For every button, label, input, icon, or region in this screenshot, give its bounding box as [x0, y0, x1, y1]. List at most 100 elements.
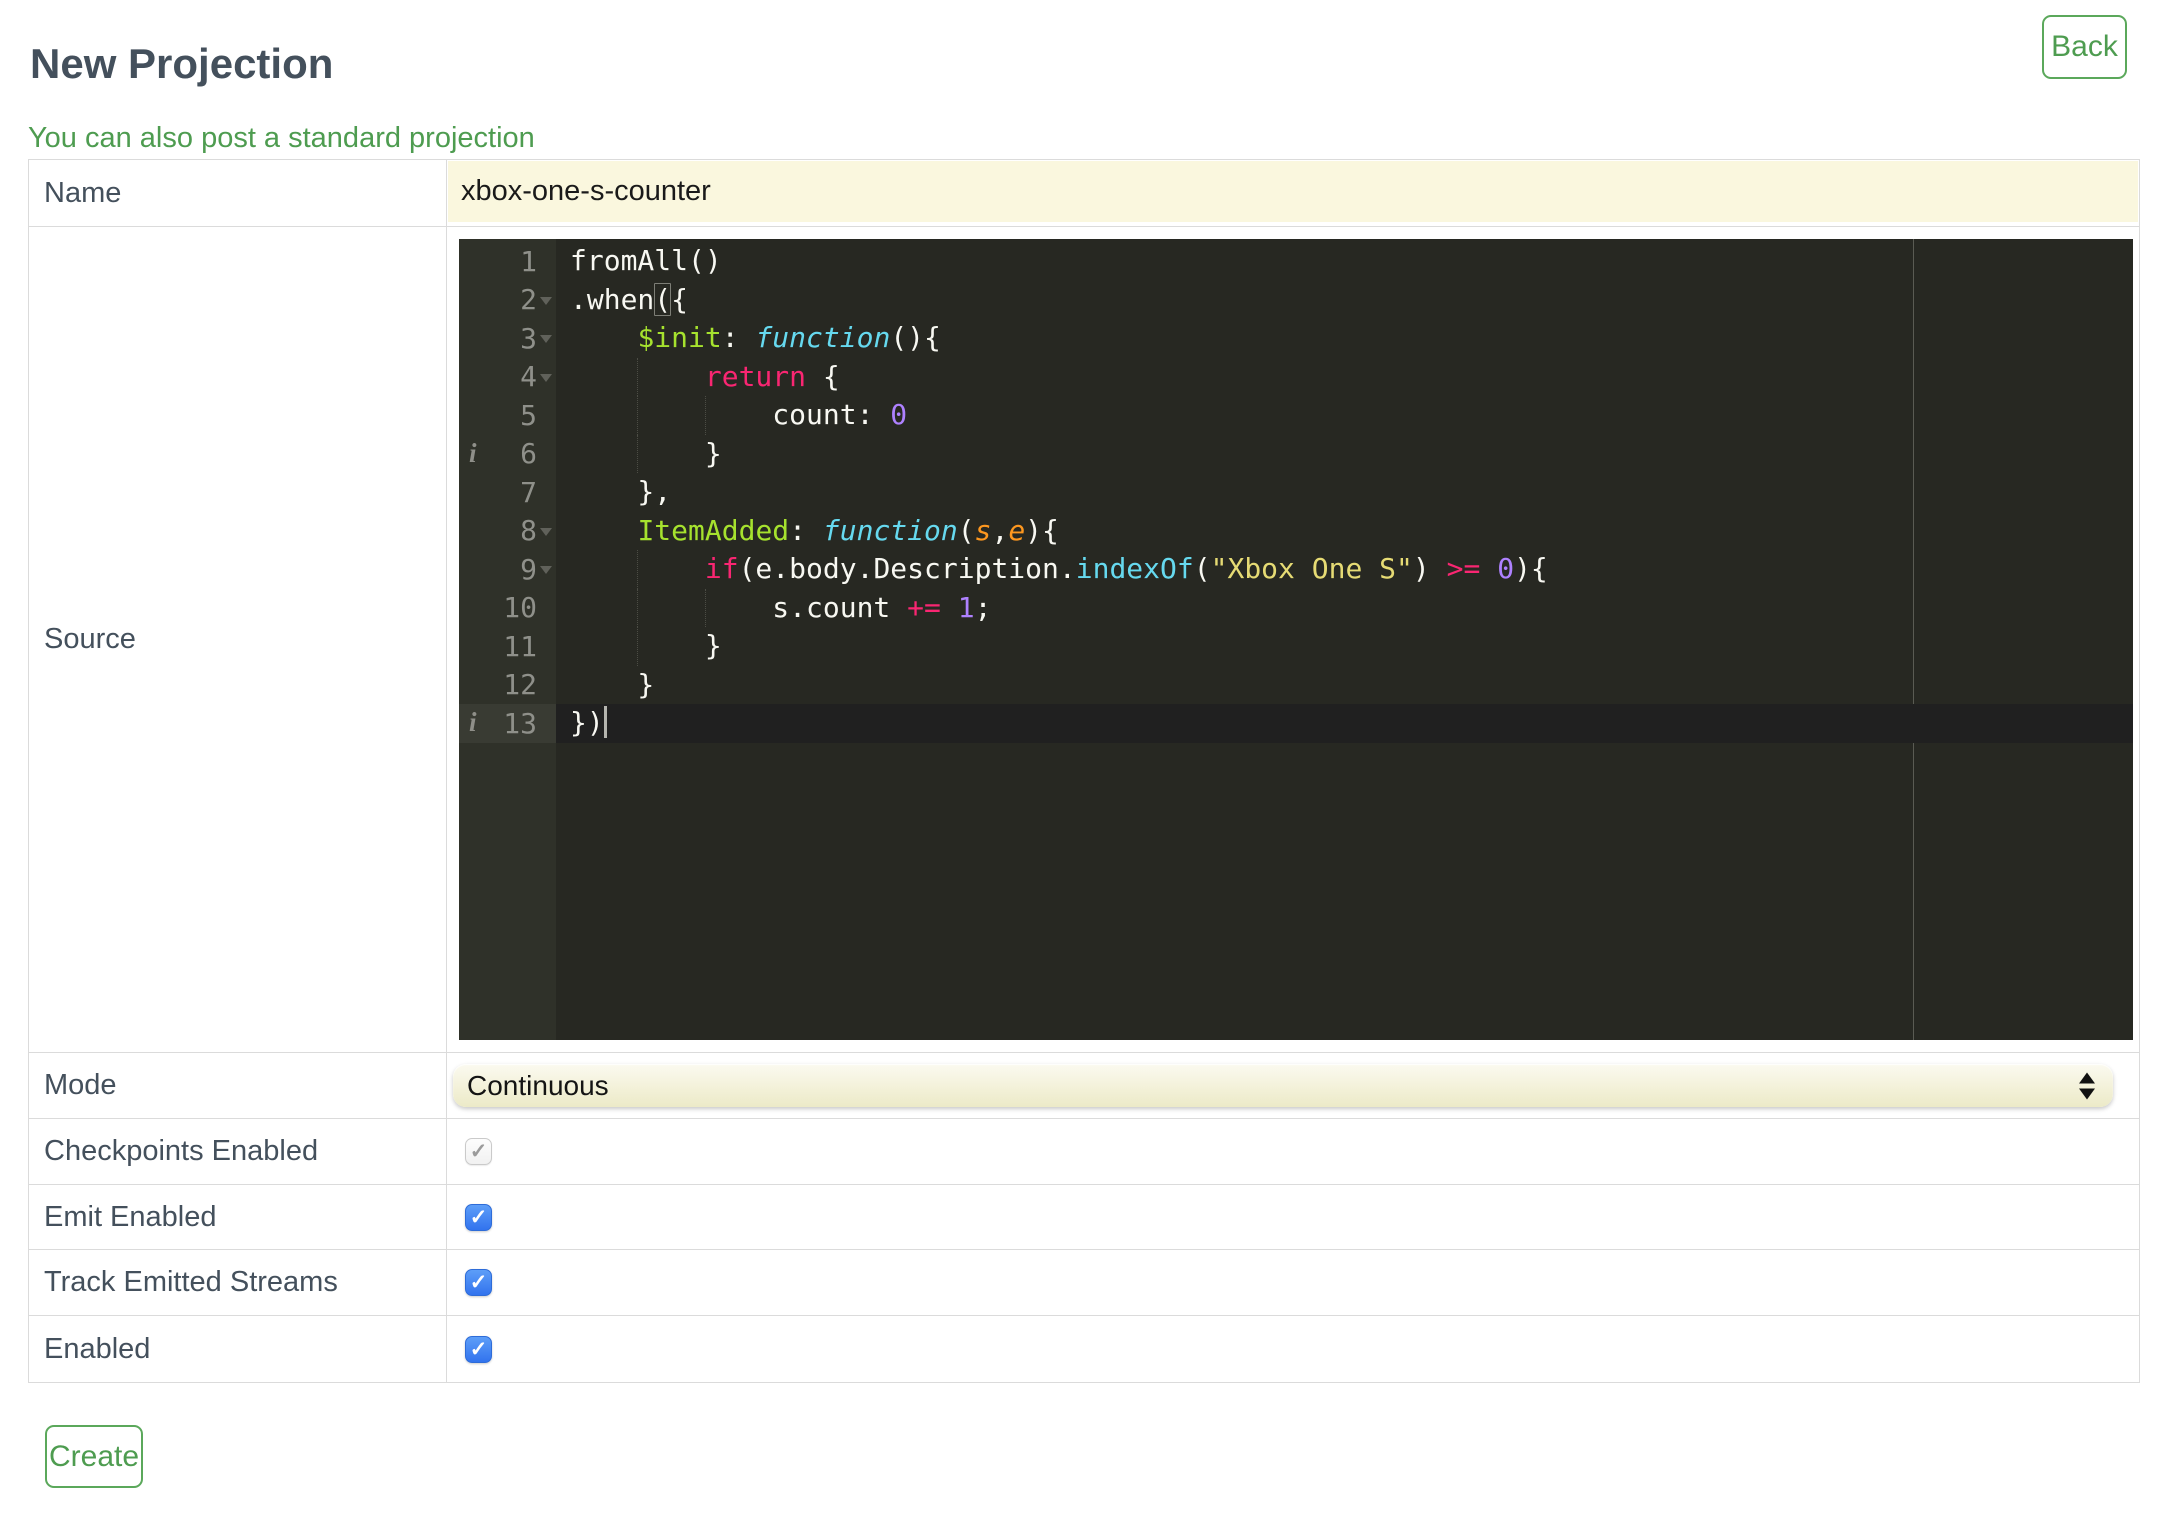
gutter-line: 5: [459, 396, 556, 435]
gutter-line: 11: [459, 627, 556, 666]
enabled-label: Enabled: [29, 1316, 447, 1382]
code-line: if(e.body.Description.indexOf("Xbox One …: [556, 550, 2133, 589]
code-token: >=: [1446, 552, 1481, 585]
mode-label: Mode: [29, 1053, 447, 1118]
fold-toggle-icon[interactable]: [537, 358, 556, 397]
mode-row: Mode Continuous: [29, 1053, 2139, 1119]
indent-guide: [704, 588, 706, 627]
code-token: function: [822, 513, 958, 547]
text-cursor: [603, 706, 607, 738]
name-cell: [447, 160, 2139, 226]
page-title: New Projection: [30, 40, 334, 88]
code-token: (: [1193, 552, 1211, 585]
code-lines: fromAll() .when({ $init: function(){ retu…: [556, 239, 2133, 743]
code-token: indexOf: [1075, 552, 1194, 585]
code-line: },: [556, 473, 2133, 512]
code-token: }: [570, 667, 655, 701]
code-line: .when({: [556, 281, 2133, 320]
create-button[interactable]: Create: [45, 1425, 143, 1488]
info-annotation-icon: i: [469, 437, 477, 468]
editor-code-area[interactable]: fromAll() .when({ $init: function(){ retu…: [556, 239, 2133, 1040]
gutter-line: 4: [459, 358, 556, 397]
indent-guide: [704, 396, 706, 435]
mode-select[interactable]: Continuous: [453, 1064, 2113, 1107]
indent-guide: [637, 357, 639, 396]
code-token: 0: [890, 398, 908, 431]
code-line: }: [556, 666, 2133, 705]
fold-toggle-icon[interactable]: [537, 512, 556, 551]
emit-enabled-cell: ✓: [447, 1185, 2139, 1249]
gutter-line: i 13: [459, 704, 556, 743]
mode-cell: Continuous: [447, 1053, 2139, 1118]
checkpoints-enabled-checkbox: ✓: [465, 1138, 492, 1165]
code-editor[interactable]: 1 2 3 4 5 i 6 7 8 9 10 11 12 i 13 fromAll() .when({ $in…: [459, 239, 2133, 1040]
indent-guide: [637, 550, 639, 589]
emit-enabled-checkbox[interactable]: ✓: [465, 1203, 492, 1231]
select-up-arrow-icon: [2079, 1072, 2095, 1083]
code-token: e: [1008, 513, 1026, 547]
line-number: 7: [520, 475, 537, 509]
track-emitted-streams-cell: ✓: [447, 1250, 2139, 1315]
line-number: 1: [520, 244, 537, 278]
checkpoints-enabled-label: Checkpoints Enabled: [29, 1119, 447, 1184]
indent-guide: [637, 627, 639, 666]
code-token: (){: [890, 321, 941, 354]
line-number: 12: [503, 668, 537, 702]
gutter-line: 3: [459, 319, 556, 358]
projection-form-table: Name Source 12345i6789101112i13 fromAll(…: [28, 159, 2140, 1383]
line-number: 2: [520, 283, 537, 317]
code-token: +=: [907, 590, 941, 624]
gutter-line: i6: [459, 435, 556, 474]
line-number: 11: [503, 629, 537, 663]
name-input[interactable]: [448, 161, 2138, 222]
gutter-line: 7: [459, 473, 556, 512]
fold-toggle-icon[interactable]: [537, 281, 556, 320]
source-label: Source: [29, 227, 447, 1052]
standard-projection-link[interactable]: You can also post a standard projection: [28, 122, 535, 155]
line-number: 6: [520, 437, 537, 471]
code-line: return {: [556, 357, 2133, 396]
line-number: 13: [503, 706, 537, 740]
code-token: .when: [570, 282, 655, 316]
indent-guide: [637, 434, 639, 473]
code-line: s.count += 1;: [556, 588, 2133, 627]
select-arrows-icon: [2079, 1072, 2095, 1099]
editor-gutter: 1 2 3 4 5 i 6 7 8 9 10 11 12 i 13: [459, 239, 556, 1040]
code-line: fromAll(): [556, 242, 2133, 281]
track-emitted-streams-label: Track Emitted Streams: [29, 1250, 447, 1315]
code-token: function: [755, 321, 891, 354]
code-token: $init: [637, 321, 722, 354]
fold-toggle-icon[interactable]: [537, 319, 556, 358]
code-line: $init: function(){: [556, 319, 2133, 358]
gutter-line: 1: [459, 242, 556, 281]
line-number: 3: [520, 321, 537, 355]
code-token: ItemAdded: [637, 513, 790, 547]
code-token: (: [654, 282, 672, 316]
name-row: Name: [29, 160, 2139, 227]
code-token: ){: [1514, 552, 1548, 585]
indent-guide: [637, 588, 639, 627]
fold-toggle-icon[interactable]: [537, 550, 556, 589]
back-button[interactable]: Back: [2042, 15, 2127, 79]
enabled-checkbox[interactable]: ✓: [465, 1335, 492, 1363]
track-emitted-streams-checkbox[interactable]: ✓: [465, 1269, 492, 1296]
code-token: :: [721, 321, 756, 354]
code-token: {: [806, 359, 840, 393]
select-down-arrow-icon: [2079, 1088, 2095, 1099]
code-token: (e.body.Description.: [738, 552, 1076, 585]
code-token: return: [704, 359, 807, 393]
code-line: }): [556, 704, 2133, 743]
indent-guide: [637, 396, 639, 435]
code-line: }: [556, 627, 2133, 666]
